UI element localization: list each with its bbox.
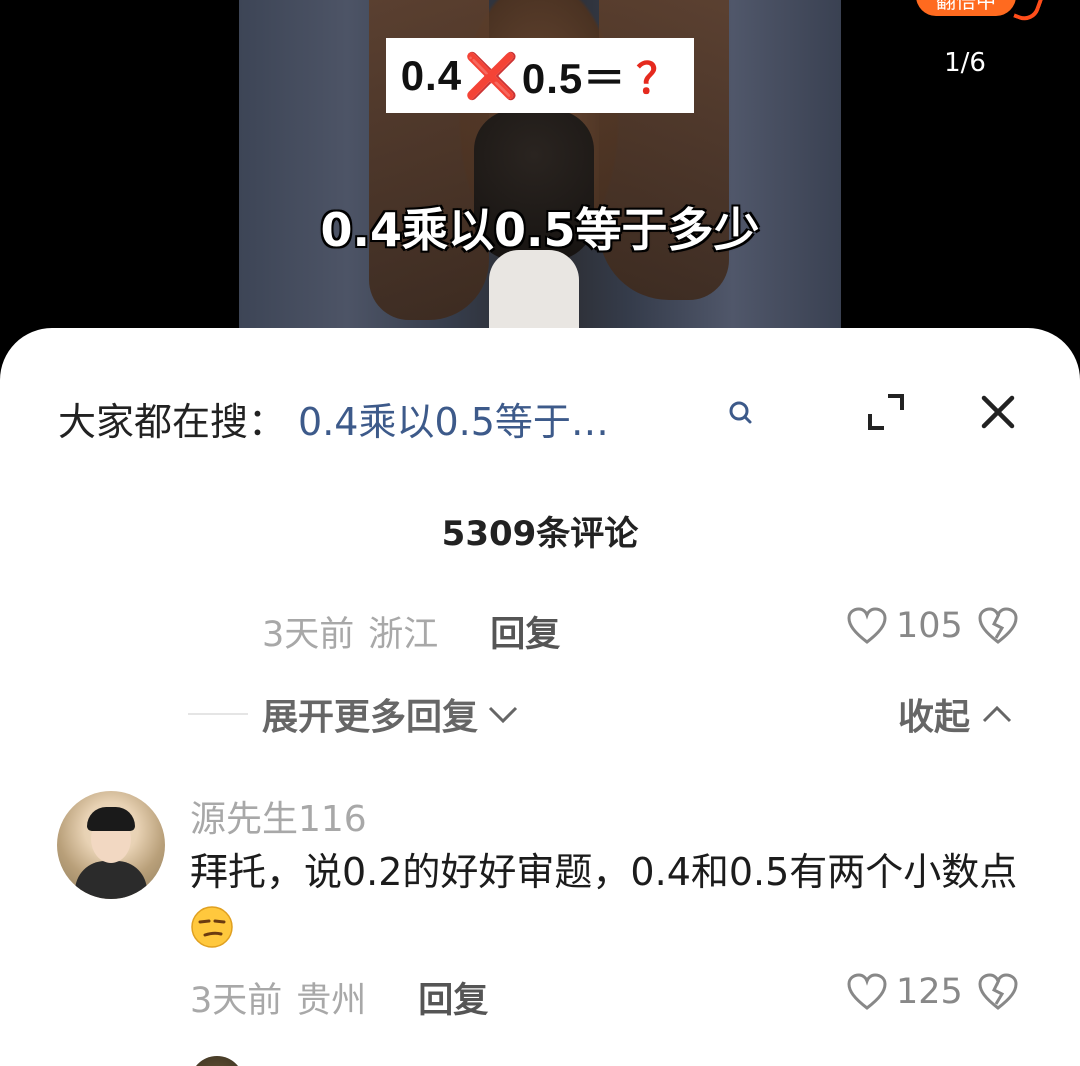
expand-more-replies[interactable]: 展开更多回复 xyxy=(188,688,520,740)
equation-overlay: 0.4 ❌ 0.5＝ ？ xyxy=(386,38,694,113)
search-query-link[interactable]: 0.4乘以0.5等于… xyxy=(298,391,609,446)
collapse-label: 收起 xyxy=(898,697,971,738)
trending-search-bar[interactable]: 大家都在搜： 0.4乘以0.5等于… xyxy=(58,390,609,446)
reply-button[interactable]: 回复 xyxy=(418,972,488,1023)
search-icon[interactable] xyxy=(726,398,756,428)
comment-username[interactable]: 源先生116 xyxy=(190,790,367,842)
more-replies-label: 展开更多回复 xyxy=(262,697,479,738)
chevron-up-icon xyxy=(982,705,1012,723)
comment-count: 5309条评论 xyxy=(441,514,639,554)
comment-meta-row: 3天前 浙江 回复 xyxy=(262,606,560,657)
expand-icon[interactable] xyxy=(866,392,906,432)
comment-time: 3天前 xyxy=(190,981,283,1021)
speed-badge[interactable]: 翻倍中 xyxy=(916,0,1016,16)
comment-location: 贵州 xyxy=(296,981,367,1021)
like-count: 105 xyxy=(896,606,963,646)
heart-icon[interactable] xyxy=(846,972,888,1012)
search-prefix-label: 大家都在搜： xyxy=(58,399,287,444)
comment-time: 3天前 xyxy=(262,615,355,655)
comment-text: 拜托，说0.2的好好审题，0.4和0.5有两个小数点 xyxy=(190,850,1018,894)
comment-meta-row: 3天前 贵州 回复 xyxy=(190,972,488,1023)
page-counter: 1/6 xyxy=(944,48,986,78)
avatar[interactable] xyxy=(57,791,165,899)
badge-arrow-icon xyxy=(1013,0,1045,25)
collapse-button[interactable]: 收起 xyxy=(898,688,1014,740)
like-group: 125 xyxy=(846,972,1019,1012)
chevron-down-icon xyxy=(488,706,518,724)
video-figure-shirt xyxy=(489,250,579,340)
smirk-emoji-icon xyxy=(191,906,233,948)
reply-button[interactable]: 回复 xyxy=(490,606,560,657)
heart-icon[interactable] xyxy=(846,606,888,646)
equation-left: 0.4 xyxy=(400,51,463,99)
dislike-icon[interactable] xyxy=(977,606,1019,646)
video-subtitle: 0.4乘以0.5等于多少 xyxy=(320,203,760,257)
thread-divider xyxy=(188,713,248,715)
comment-sheet: 大家都在搜： 0.4乘以0.5等于… 5309条评论 3天前 浙江 回复 105… xyxy=(0,328,1080,1066)
avatar-hair xyxy=(87,807,135,831)
equation-right: 0.5＝ xyxy=(521,55,627,102)
next-comment-avatar[interactable] xyxy=(190,1056,244,1066)
cross-mark-icon: ❌ xyxy=(464,51,520,101)
comment-location: 浙江 xyxy=(368,615,439,655)
dislike-icon[interactable] xyxy=(977,972,1019,1012)
like-count: 125 xyxy=(896,972,963,1012)
close-icon[interactable] xyxy=(980,394,1016,430)
like-group: 105 xyxy=(846,606,1019,646)
video-player[interactable]: 0.4 ❌ 0.5＝ ？ 0.4乘以0.5等于多少 翻倍中 1/6 xyxy=(0,0,1080,340)
avatar-body xyxy=(75,861,147,899)
question-mark-icon: ？ xyxy=(636,55,680,102)
comment-body: 拜托，说0.2的好好审题，0.4和0.5有两个小数点 xyxy=(190,844,1030,956)
